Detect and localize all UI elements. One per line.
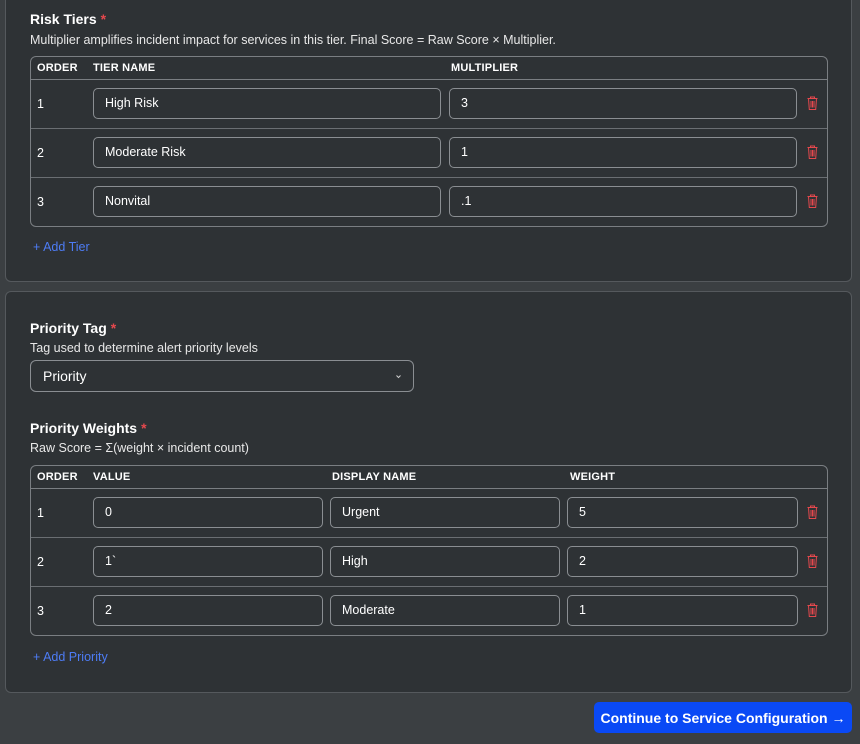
value-input[interactable]: 0 [93,497,323,528]
column-header-order: ORDER [37,471,78,483]
trash-icon[interactable] [807,194,818,208]
weight-input[interactable]: 5 [567,497,798,528]
priority-weights-table: ORDER VALUE DISPLAY NAME WEIGHT 1 0 Urge… [30,465,828,636]
priority-tag-select[interactable]: Priority [30,360,414,392]
required-mark: * [141,420,147,436]
weight-input[interactable]: 2 [567,546,798,577]
weight-input[interactable]: 1 [567,595,798,626]
priority-tag-selected-value: Priority [43,368,87,384]
display-name-input[interactable]: Urgent [330,497,560,528]
column-header-multiplier: MULTIPLIER [451,62,519,74]
row-order: 1 [37,506,44,520]
priority-tag-description: Tag used to determine alert priority lev… [30,341,258,355]
priority-card: Priority Tag * Tag used to determine aler… [5,291,852,693]
column-header-order: ORDER [37,62,78,74]
priority-weights-title: Priority Weights * [30,420,147,436]
column-header-tier-name: TIER NAME [93,62,156,74]
risk-tiers-card: Risk Tiers * Multiplier amplifies inciden… [5,0,852,282]
column-header-value: VALUE [93,471,131,483]
table-header: ORDER TIER NAME MULTIPLIER [31,57,827,80]
trash-icon[interactable] [807,96,818,110]
table-row: 3 Nonvital .1 [31,178,827,226]
continue-button[interactable]: Continue to Service Configuration → [594,702,852,733]
tier-name-input[interactable]: Nonvital [93,186,441,217]
row-order: 1 [37,97,44,111]
priority-tag-title: Priority Tag * [30,320,117,336]
trash-icon[interactable] [807,603,818,617]
required-mark: * [100,11,107,27]
row-order: 3 [37,604,44,618]
table-header: ORDER VALUE DISPLAY NAME WEIGHT [31,466,827,489]
tier-name-input[interactable]: Moderate Risk [93,137,441,168]
display-name-input[interactable]: High [330,546,560,577]
risk-tiers-description: Multiplier amplifies incident impact for… [30,33,556,47]
tier-name-input[interactable]: High Risk [93,88,441,119]
add-priority-button[interactable]: + Add Priority [33,650,108,664]
risk-tiers-table: ORDER TIER NAME MULTIPLIER 1 High Risk 3… [30,56,828,227]
chevron-down-icon [396,375,401,379]
add-tier-button[interactable]: + Add Tier [33,240,90,254]
display-name-input[interactable]: Moderate [330,595,560,626]
multiplier-input[interactable]: .1 [449,186,797,217]
row-order: 2 [37,146,44,160]
row-order: 3 [37,195,44,209]
value-input[interactable]: 2 [93,595,323,626]
table-row: 2 1` High 2 [31,538,827,587]
priority-weights-description: Raw Score = Σ(weight × incident count) [30,441,249,455]
table-row: 1 0 Urgent 5 [31,489,827,538]
trash-icon[interactable] [807,554,818,568]
required-mark: * [110,320,117,336]
row-order: 2 [37,555,44,569]
column-header-display-name: DISPLAY NAME [332,471,417,483]
multiplier-input[interactable]: 1 [449,137,797,168]
table-row: 2 Moderate Risk 1 [31,129,827,178]
multiplier-input[interactable]: 3 [449,88,797,119]
risk-tiers-title: Risk Tiers * [30,11,107,27]
table-row: 3 2 Moderate 1 [31,587,827,635]
trash-icon[interactable] [807,505,818,519]
value-input[interactable]: 1` [93,546,323,577]
column-header-weight: WEIGHT [570,471,616,483]
trash-icon[interactable] [807,145,818,159]
table-row: 1 High Risk 3 [31,80,827,129]
